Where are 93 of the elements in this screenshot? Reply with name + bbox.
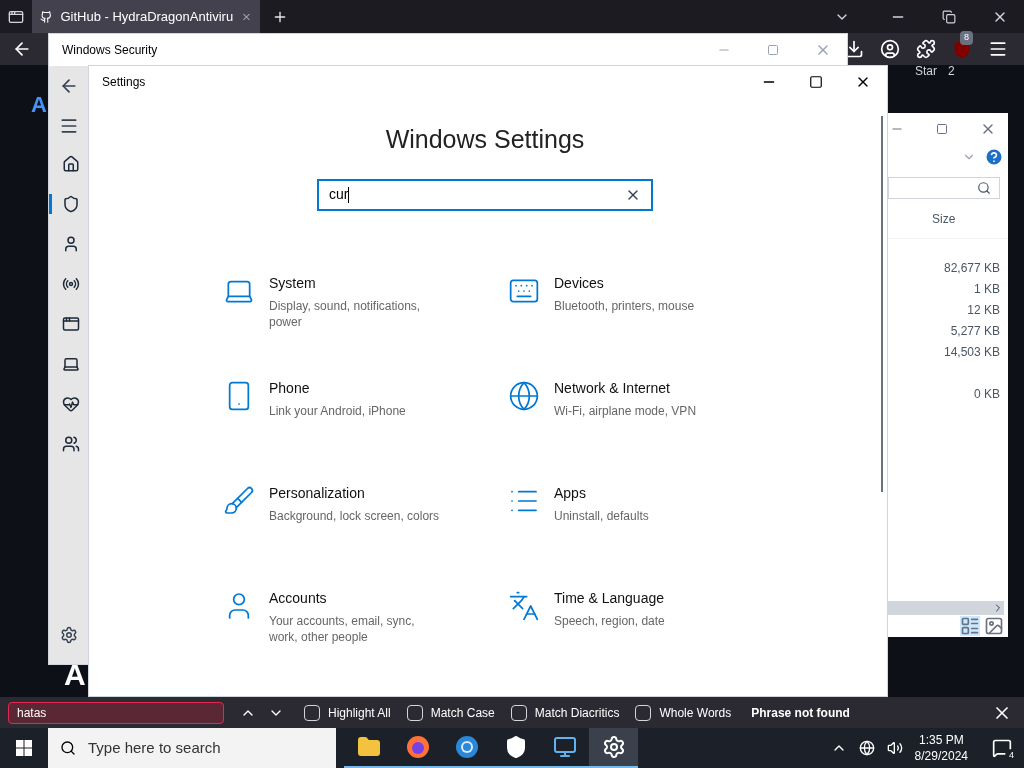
category-title: Personalization xyxy=(269,483,366,503)
page-title: Windows Settings xyxy=(385,124,585,155)
category-description: Uninstall, defaults xyxy=(554,507,650,524)
table-cell-text: 1 KB xyxy=(974,280,1000,298)
table-cell-text: 14,503 KB xyxy=(943,343,1000,361)
settings-category[interactable]: System Display, sound, notifications, power xyxy=(221,272,476,339)
home-icon xyxy=(61,155,80,173)
clock[interactable]: 1:35 PM 8/29/2024 xyxy=(914,732,968,764)
globe-icon xyxy=(508,379,540,412)
category-description: Your accounts, email, sync, work, other people xyxy=(269,612,416,645)
scrollbar[interactable] xyxy=(881,116,883,492)
search-icon xyxy=(977,181,991,195)
checkbox-label[interactable]: Whole Words xyxy=(659,703,732,722)
settings-category[interactable]: Apps Uninstall, defaults xyxy=(506,482,761,549)
restore-icon[interactable] xyxy=(942,9,956,24)
checkbox[interactable] xyxy=(510,704,527,721)
taskbar-search-field[interactable]: Type here to search xyxy=(48,728,336,768)
search-icon xyxy=(60,740,76,756)
thumbnails-view-icon[interactable] xyxy=(984,616,1004,636)
search-value: cur xyxy=(329,185,349,204)
browser-icon xyxy=(454,735,479,759)
category-title: Apps xyxy=(554,483,587,503)
shield-icon xyxy=(61,195,80,213)
taskbar-app[interactable] xyxy=(589,728,638,768)
settings-category[interactable]: Accounts Your accounts, email, sync, work, other people xyxy=(221,587,476,654)
speaker-icon[interactable] xyxy=(886,740,903,756)
extensions-icon[interactable] xyxy=(916,39,936,59)
find-field[interactable]: hatas xyxy=(8,701,224,724)
category-description: Display, sound, notifications, power xyxy=(269,297,422,330)
search-placeholder: Type here to search xyxy=(88,737,221,758)
search-field[interactable]: cur xyxy=(317,178,653,211)
folder-icon xyxy=(356,735,381,759)
checkbox[interactable] xyxy=(304,704,320,721)
table-cell-text: 0 KB xyxy=(974,385,1000,403)
settings-category[interactable]: Network & Internet Wi-Fi, airplane mode, VPN xyxy=(506,377,761,444)
settings-icon xyxy=(601,735,626,759)
settings-category[interactable]: Time & Language Speech, region, date xyxy=(506,587,761,654)
menu-icon[interactable] xyxy=(988,39,1008,59)
tab-title: GitHub - HydraDragonAntiviru xyxy=(60,7,234,26)
details-view-icon[interactable] xyxy=(960,616,980,636)
category-title: Network & Internet xyxy=(554,378,671,398)
menu-icon[interactable] xyxy=(59,116,79,136)
account-icon[interactable] xyxy=(880,39,900,59)
language-icon xyxy=(508,589,540,622)
globe-icon[interactable] xyxy=(858,740,875,756)
checkbox[interactable] xyxy=(406,704,423,721)
settings-category[interactable]: Personalization Background, lock screen, colors xyxy=(221,482,476,549)
category-description: Link your Android, iPhone xyxy=(269,402,407,419)
category-description: Wi-Fi, airplane mode, VPN xyxy=(554,402,698,419)
table-cell-text: 12 KB xyxy=(967,301,1000,319)
checkbox-label[interactable]: Match Diacritics xyxy=(534,703,620,722)
maximize-icon[interactable] xyxy=(809,75,823,89)
laptop-icon xyxy=(61,355,80,373)
browser-icon xyxy=(405,735,430,759)
settings-category[interactable]: Phone Link your Android, iPhone xyxy=(221,377,476,444)
find-value: hatas xyxy=(17,704,47,722)
settings-category[interactable]: Devices Bluetooth, printers, mouse xyxy=(506,272,761,339)
search-field[interactable] xyxy=(888,177,1000,199)
column-header[interactable]: Size xyxy=(932,209,956,228)
family-icon xyxy=(61,435,80,453)
window-title: Windows Security xyxy=(62,42,158,59)
category-description: Background, lock screen, colors xyxy=(269,507,441,524)
checkbox[interactable] xyxy=(635,704,652,721)
category-title: Devices xyxy=(554,273,605,293)
table-cell-text: 82,677 KB xyxy=(943,259,1000,277)
github-icon xyxy=(40,8,53,25)
notifications-icon[interactable] xyxy=(992,738,1012,758)
category-description: Bluetooth, printers, mouse xyxy=(554,297,696,314)
category-title: Phone xyxy=(269,378,311,398)
table-cell-text: 5,277 KB xyxy=(950,322,1000,340)
browser-tab[interactable]: GitHub - HydraDragonAntiviru xyxy=(32,0,260,33)
category-title: System xyxy=(269,273,317,293)
find-status: Phrase not found xyxy=(751,704,850,722)
window-icon xyxy=(61,315,80,333)
checkbox-label[interactable]: Match Case xyxy=(430,703,495,722)
window-title: Settings xyxy=(102,74,146,91)
brush-icon xyxy=(223,484,255,517)
windows-logo-icon[interactable] xyxy=(16,740,32,756)
badge: 8 xyxy=(960,31,973,45)
heading-letter: A xyxy=(64,657,86,693)
category-description: Speech, region, date xyxy=(554,612,666,629)
category-title: Accounts xyxy=(269,588,328,608)
tab-list-icon[interactable] xyxy=(8,8,24,25)
help-icon[interactable] xyxy=(984,147,1004,167)
star-label: Star xyxy=(915,63,937,80)
antenna-icon xyxy=(61,275,80,293)
heading-letter: A xyxy=(31,91,47,119)
settings-icon[interactable] xyxy=(60,626,78,644)
heart-icon xyxy=(61,395,80,413)
computer-icon xyxy=(552,735,577,759)
category-title: Time & Language xyxy=(554,588,665,608)
checkbox-label[interactable]: Highlight All xyxy=(328,703,391,722)
star-count: 2 xyxy=(948,63,955,80)
